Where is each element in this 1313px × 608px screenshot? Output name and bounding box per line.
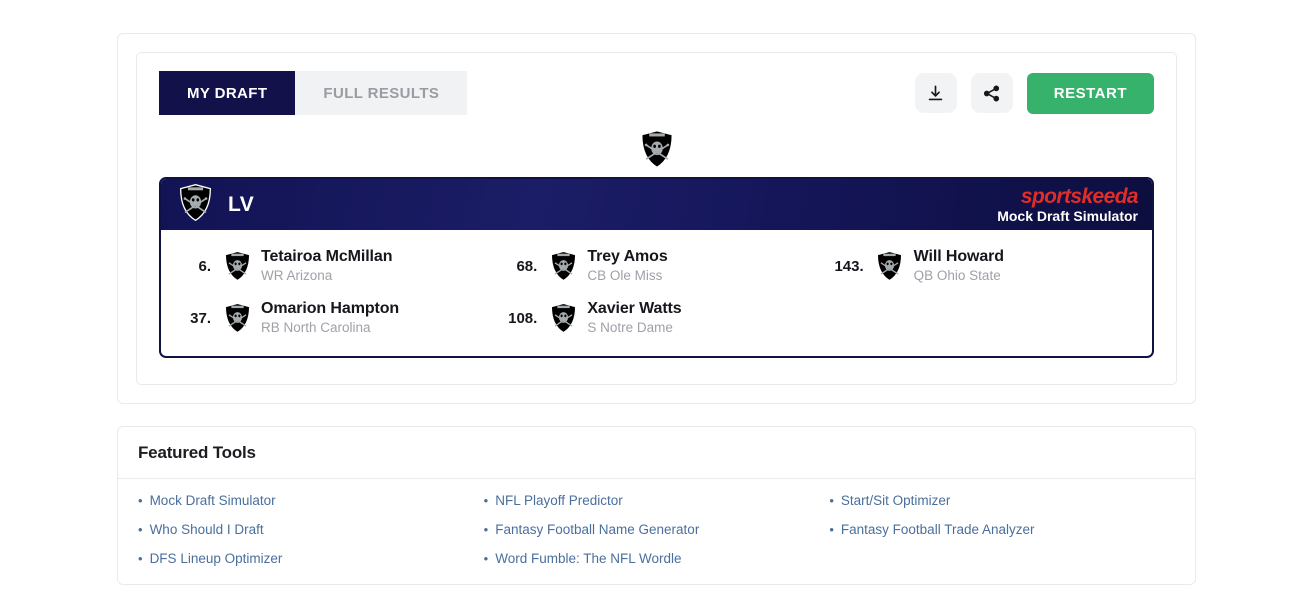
pick-info: Trey Amos CB Ole Miss — [587, 248, 667, 283]
tool-link[interactable]: • Mock Draft Simulator — [138, 493, 484, 508]
tool-link-label: Fantasy Football Trade Analyzer — [840, 522, 1035, 537]
raiders-shield-icon — [539, 303, 587, 333]
pick-row[interactable]: 37. Omarion Hampton RB North Carolina — [167, 296, 493, 340]
tool-link[interactable]: • Start/Sit Optimizer — [829, 493, 1175, 508]
pick-number: 143. — [834, 257, 864, 275]
pick-info: Will Howard QB Ohio State — [914, 248, 1004, 283]
bullet-icon: • — [829, 522, 834, 537]
toolbar-actions: RESTART — [914, 72, 1154, 114]
raiders-shield-icon — [866, 251, 914, 281]
bullet-icon: • — [483, 493, 489, 508]
tool-link-label: NFL Playoff Predictor — [495, 493, 623, 508]
download-button[interactable] — [914, 73, 957, 113]
player-position-school: QB Ohio State — [913, 268, 1001, 284]
player-name: Trey Amos — [587, 248, 668, 266]
featured-tools-title: Featured Tools — [138, 443, 256, 462]
picks-column-1: 6. Tetairoa McMillan WR Arizona 37. Omar… — [167, 244, 493, 340]
raiders-shield-icon — [640, 129, 674, 173]
player-name: Omarion Hampton — [261, 300, 400, 318]
pick-number: 68. — [516, 257, 538, 275]
player-name: Tetairoa McMillan — [261, 248, 393, 266]
player-name: Xavier Watts — [587, 300, 682, 318]
bullet-icon: • — [138, 522, 143, 537]
tool-link[interactable]: • NFL Playoff Predictor — [484, 493, 830, 508]
tool-link[interactable]: • Word Fumble: The NFL Wordle — [484, 551, 830, 566]
page-container: MY DRAFT FULL RESULTS RESTART LV sportsk… — [0, 33, 1313, 585]
featured-tools-grid: • Mock Draft Simulator • NFL Playoff Pre… — [118, 479, 1195, 584]
pick-row[interactable]: 108. Xavier Watts S Notre Dame — [493, 296, 819, 340]
team-draft-card: LV sportskeeda Mock Draft Simulator 6. T… — [159, 177, 1154, 358]
tab-full-results[interactable]: FULL RESULTS — [295, 71, 468, 115]
pick-row[interactable]: 143. Will Howard QB Ohio State — [820, 244, 1146, 288]
brand-wordmark: sportskeeda — [1020, 184, 1139, 208]
bullet-icon: • — [138, 493, 143, 508]
draft-toolbar: MY DRAFT FULL RESULTS RESTART — [159, 71, 1154, 115]
tab-full-results-label: FULL RESULTS — [323, 84, 440, 102]
tool-link[interactable]: • Fantasy Football Trade Analyzer — [829, 522, 1175, 537]
share-button[interactable] — [970, 73, 1013, 113]
player-position-school: WR Arizona — [261, 268, 333, 284]
restart-button[interactable]: RESTART — [1026, 72, 1154, 114]
pick-number: 37. — [190, 309, 211, 327]
pick-number: 108. — [508, 309, 538, 327]
download-icon — [926, 84, 945, 103]
tool-link[interactable]: • Fantasy Football Name Generator — [484, 522, 830, 537]
pick-row[interactable]: 68. Trey Amos CB Ole Miss — [493, 244, 819, 288]
picks-column-3: 143. Will Howard QB Ohio State — [820, 244, 1146, 340]
tool-link[interactable]: • Who Should I Draft — [138, 522, 484, 537]
tab-my-draft[interactable]: MY DRAFT — [159, 71, 296, 115]
pick-info: Omarion Hampton RB North Carolina — [261, 300, 399, 335]
sportskeeda-branding: sportskeeda Mock Draft Simulator — [997, 184, 1139, 224]
raiders-shield-icon — [213, 251, 261, 281]
draft-inner-card: MY DRAFT FULL RESULTS RESTART LV sportsk… — [136, 52, 1177, 385]
tool-link-label: Fantasy Football Name Generator — [495, 522, 700, 537]
raiders-shield-icon — [179, 183, 212, 226]
tab-my-draft-label: MY DRAFT — [187, 84, 268, 102]
tool-link-label: Who Should I Draft — [149, 522, 264, 537]
pick-info: Tetairoa McMillan WR Arizona — [261, 248, 392, 283]
player-name: Will Howard — [913, 248, 1004, 266]
tool-link-label: Mock Draft Simulator — [149, 493, 276, 508]
tool-link-label: Start/Sit Optimizer — [840, 493, 951, 508]
team-draft-banner: LV sportskeeda Mock Draft Simulator — [161, 179, 1152, 230]
pick-info: Xavier Watts S Notre Dame — [587, 300, 681, 335]
tool-link-label: Word Fumble: The NFL Wordle — [495, 551, 682, 566]
share-icon — [982, 84, 1001, 103]
pick-row[interactable]: 6. Tetairoa McMillan WR Arizona — [167, 244, 493, 288]
tool-link-label: DFS Lineup Optimizer — [149, 551, 283, 566]
banner-team-group: LV — [179, 183, 255, 226]
player-position-school: S Notre Dame — [587, 320, 673, 336]
team-abbreviation: LV — [228, 192, 255, 216]
draft-picks-grid: 6. Tetairoa McMillan WR Arizona 37. Omar… — [161, 230, 1152, 356]
draft-outer-card: MY DRAFT FULL RESULTS RESTART LV sportsk… — [117, 33, 1196, 404]
bullet-icon: • — [829, 493, 834, 508]
tool-link[interactable]: • DFS Lineup Optimizer — [138, 551, 484, 566]
picks-column-2: 68. Trey Amos CB Ole Miss 108. Xavier Wa… — [493, 244, 819, 340]
bullet-icon: • — [483, 551, 489, 566]
raiders-shield-icon — [213, 303, 261, 333]
brand-subtitle: Mock Draft Simulator — [997, 207, 1138, 224]
featured-tools-card: Featured Tools • Mock Draft Simulator • … — [117, 426, 1196, 585]
pick-number: 6. — [198, 257, 211, 275]
floating-team-logo — [159, 129, 1154, 173]
player-position-school: RB North Carolina — [261, 320, 371, 336]
featured-tools-header: Featured Tools — [118, 427, 1195, 479]
tab-bar: MY DRAFT FULL RESULTS — [159, 71, 468, 115]
raiders-shield-icon — [539, 251, 587, 281]
bullet-icon: • — [483, 522, 489, 537]
player-position-school: CB Ole Miss — [587, 268, 663, 284]
bullet-icon: • — [138, 551, 143, 566]
